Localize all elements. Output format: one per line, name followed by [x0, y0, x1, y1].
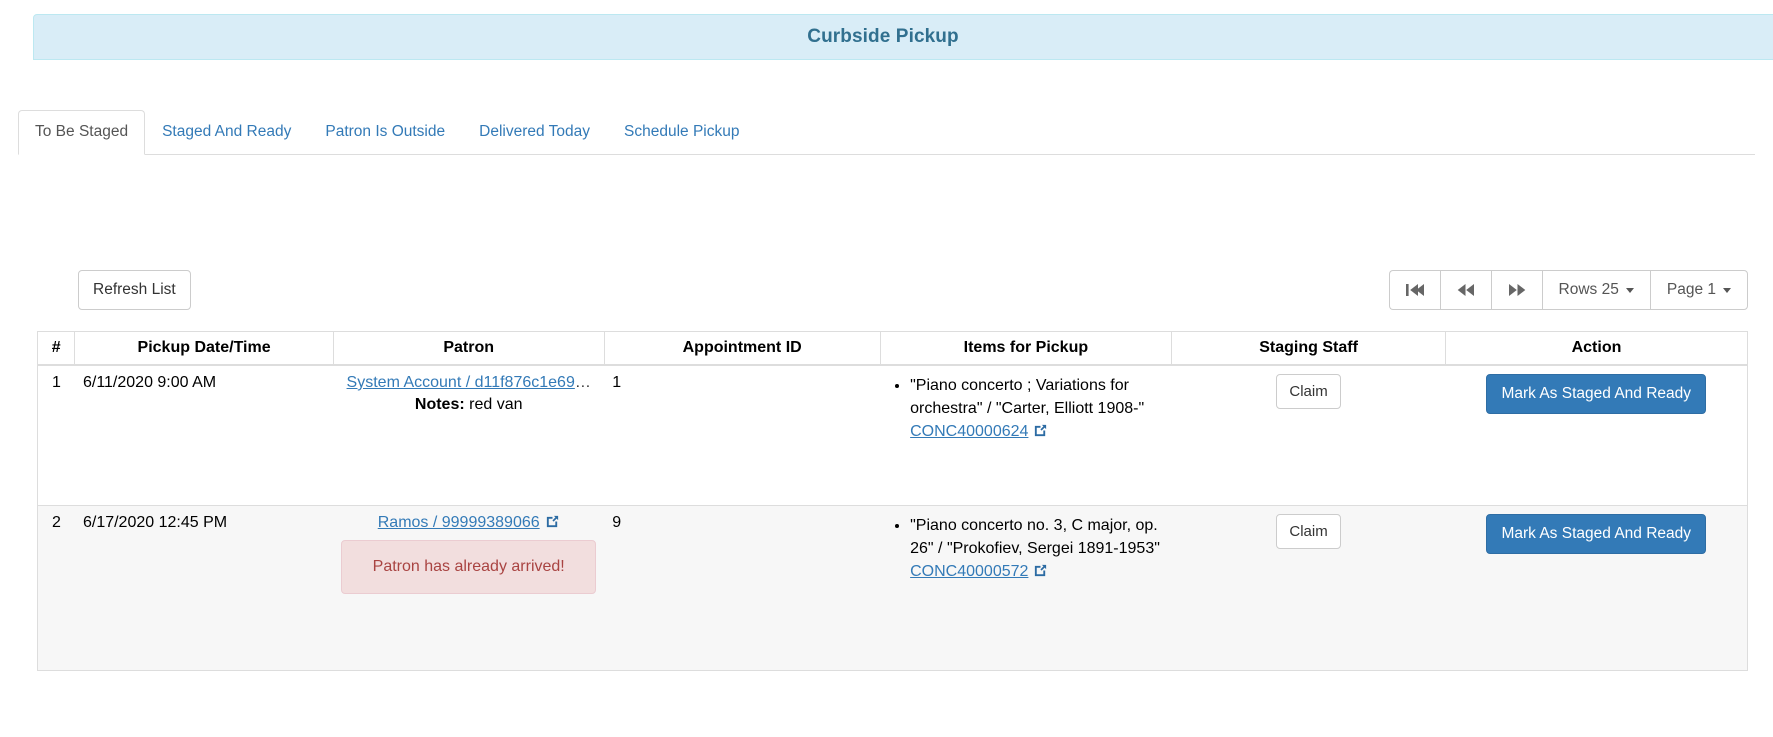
appointment-id-cell: 1 [604, 364, 881, 505]
table-head: # Pickup Date/Time Patron Appointment ID… [36, 331, 1749, 366]
pagination-controls: Rows 25 Page 1 [1388, 270, 1748, 310]
column-header-action: Action [1444, 331, 1749, 366]
page-title: Curbside Pickup [807, 26, 959, 47]
table-header-row: # Pickup Date/Time Patron Appointment ID… [36, 331, 1749, 366]
staging-staff-cell: Claim [1171, 364, 1446, 505]
patron-link[interactable]: System Account / d11f876c1e69 [347, 374, 575, 391]
patron-link-line: System Account / d11f876c1e69… [341, 374, 596, 392]
tab-delivered-today[interactable]: Delivered Today [462, 110, 607, 155]
patron-link[interactable]: Ramos / 99999389066 [378, 514, 540, 531]
pickup-table: # Pickup Date/Time Patron Appointment ID… [36, 331, 1749, 671]
column-header-number: # [36, 331, 76, 366]
tab-patron-is-outside[interactable]: Patron Is Outside [308, 110, 462, 155]
list-item: "Piano concerto no. 3, C major, op. 26" … [910, 514, 1164, 584]
panel-heading: Curbside Pickup [33, 14, 1773, 60]
action-cell: Mark As Staged And Ready [1445, 364, 1749, 505]
item-title: "Piano concerto no. 3, C major, op. 26" … [910, 516, 1160, 557]
item-barcode-link[interactable]: CONC40000572 [910, 563, 1028, 580]
column-header-pickup-datetime: Pickup Date/Time [74, 331, 334, 366]
patron-cell: Ramos / 99999389066 Patron has already a… [333, 504, 605, 671]
notes-value: red van [469, 396, 523, 413]
tab-staged-and-ready[interactable]: Staged And Ready [145, 110, 308, 155]
chevron-down-icon [1723, 287, 1731, 293]
page-label: Page 1 [1666, 281, 1716, 298]
list-toolbar: Refresh List Rows 25 Page 1 [0, 270, 1773, 316]
pickup-datetime-cell: 6/17/2020 12:45 PM [74, 504, 334, 671]
first-page-button[interactable] [1388, 270, 1440, 310]
mark-as-staged-and-ready-button[interactable]: Mark As Staged And Ready [1486, 374, 1707, 414]
staging-staff-cell: Claim [1171, 504, 1446, 671]
items-for-pickup-cell: "Piano concerto no. 3, C major, op. 26" … [880, 504, 1172, 671]
rows-per-page-dropdown[interactable]: Rows 25 [1541, 270, 1650, 310]
external-link-icon[interactable] [1033, 563, 1048, 578]
claim-button[interactable]: Claim [1276, 513, 1341, 549]
tab-schedule-pickup[interactable]: Schedule Pickup [607, 110, 756, 155]
claim-button[interactable]: Claim [1276, 374, 1341, 410]
items-for-pickup-cell: "Piano concerto ; Variations for orchest… [880, 364, 1172, 505]
patron-arrived-alert: Patron has already arrived! [341, 539, 597, 594]
next-page-button[interactable] [1490, 270, 1542, 310]
tab-bar: To Be Staged Staged And Ready Patron Is … [18, 110, 1755, 155]
previous-page-button[interactable] [1439, 270, 1491, 310]
column-header-staging-staff: Staging Staff [1171, 331, 1446, 366]
items-list: "Piano concerto no. 3, C major, op. 26" … [888, 514, 1164, 584]
patron-link-line: Ramos / 99999389066 [341, 514, 596, 532]
appointment-id-cell: 9 [604, 504, 881, 671]
list-item: "Piano concerto ; Variations for orchest… [910, 374, 1164, 444]
column-header-items-for-pickup: Items for Pickup [879, 331, 1173, 366]
row-number: 1 [36, 364, 75, 505]
page-dropdown[interactable]: Page 1 [1649, 270, 1748, 310]
pickup-table-container: # Pickup Date/Time Patron Appointment ID… [36, 331, 1749, 671]
external-link-icon[interactable] [545, 514, 560, 529]
first-page-icon [1405, 283, 1424, 297]
patron-notes: Notes: red van [341, 396, 596, 414]
external-link-icon[interactable] [1033, 423, 1048, 438]
pickup-datetime-cell: 6/11/2020 9:00 AM [74, 364, 334, 505]
tab-to-be-staged[interactable]: To Be Staged [18, 110, 146, 155]
row-number: 2 [36, 504, 75, 671]
table-row: 2 6/17/2020 12:45 PM Ramos / 99999389066… [36, 504, 1749, 671]
item-barcode-link[interactable]: CONC40000624 [910, 423, 1028, 440]
action-cell: Mark As Staged And Ready [1445, 504, 1749, 671]
column-header-appointment-id: Appointment ID [603, 331, 881, 366]
next-page-icon [1508, 283, 1526, 297]
refresh-list-button[interactable]: Refresh List [78, 270, 191, 310]
notes-label: Notes: [414, 396, 465, 413]
column-header-patron: Patron [332, 331, 605, 366]
previous-page-icon [1457, 283, 1475, 297]
items-list: "Piano concerto ; Variations for orchest… [888, 374, 1164, 444]
patron-cell: System Account / d11f876c1e69… Notes: re… [333, 364, 605, 505]
item-title: "Piano concerto ; Variations for orchest… [910, 377, 1145, 418]
mark-as-staged-and-ready-button[interactable]: Mark As Staged And Ready [1486, 513, 1707, 554]
table-row: 1 6/11/2020 9:00 AM System Account / d11… [36, 364, 1749, 505]
rows-per-page-label: Rows 25 [1558, 281, 1619, 298]
table-body: 1 6/11/2020 9:00 AM System Account / d11… [36, 364, 1749, 671]
patron-truncation-ellipsis: … [574, 374, 591, 391]
chevron-down-icon [1625, 287, 1634, 293]
